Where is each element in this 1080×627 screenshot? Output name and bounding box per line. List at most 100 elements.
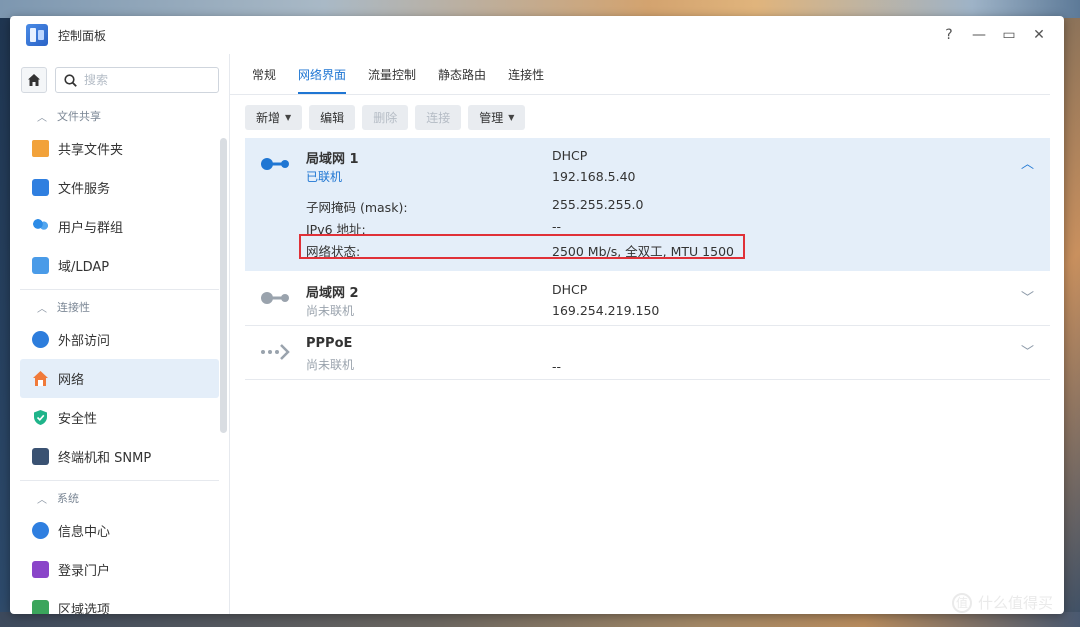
sidebar-item-external-access[interactable]: 外部访问 <box>20 320 219 359</box>
lan-connected-icon <box>261 158 289 170</box>
id-card-icon <box>32 257 49 274</box>
toolbar: 新增 ▼ 编辑 删除 连接 管理 ▼ <box>230 95 1064 130</box>
connect-button[interactable]: 连接 <box>415 105 462 130</box>
help-button[interactable]: ? <box>938 24 960 46</box>
sidebar-item-terminal-snmp[interactable]: 终端机和 SNMP <box>20 437 219 476</box>
section-file-sharing[interactable]: ︿ 文件共享 <box>10 103 229 129</box>
sidebar-item-network[interactable]: 网络 <box>20 359 219 398</box>
sidebar-item-label: 终端机和 SNMP <box>58 451 152 466</box>
interface-name: 局域网 2 <box>306 286 359 301</box>
pppoe-icon <box>261 344 290 360</box>
control-panel-app-icon <box>26 24 48 46</box>
section-label: 连接性 <box>57 301 90 314</box>
tab-bar: 常规 网络界面 流量控制 静态路由 连接性 <box>230 54 1050 95</box>
interface-type: DHCP <box>552 148 588 163</box>
chevron-down-icon[interactable]: ﹀ <box>1021 287 1034 306</box>
regional-options-icon <box>32 600 49 614</box>
desktop-wallpaper-bottom <box>0 612 1080 627</box>
home-icon <box>28 74 40 86</box>
home-button[interactable] <box>21 67 47 93</box>
section-connectivity[interactable]: ︿ 连接性 <box>10 294 229 320</box>
edit-label: 编辑 <box>320 111 345 125</box>
shield-icon <box>32 409 49 426</box>
interface-row-lan2[interactable]: 局域网 2 尚未联机 DHCP 169.254.219.150 ﹀ <box>245 272 1050 326</box>
sidebar-item-label: 共享文件夹 <box>58 143 124 158</box>
interface-type: DHCP <box>552 282 588 297</box>
sidebar-item-regional-options[interactable]: 区域选项 <box>20 589 219 614</box>
interface-name: 局域网 1 <box>306 152 359 167</box>
manage-label: 管理 <box>479 111 504 125</box>
detail-label-mask: 子网掩码 (mask): <box>306 200 408 215</box>
create-label: 新增 <box>256 111 281 125</box>
tab-traffic-control[interactable]: 流量控制 <box>368 66 416 94</box>
divider <box>20 480 219 481</box>
watermark-logo: 值 <box>952 592 972 613</box>
terminal-icon <box>32 448 49 465</box>
tab-network-interface[interactable]: 网络界面 <box>298 66 347 94</box>
sidebar-item-security[interactable]: 安全性 <box>20 398 219 437</box>
sidebar: ︿ 文件共享 共享文件夹 文件服务 用户与群组 域/LDAP <box>10 54 230 614</box>
main-panel: 常规 网络界面 流量控制 静态路由 连接性 新增 ▼ 编辑 删除 连接 管理 ▼… <box>230 54 1064 614</box>
tab-general[interactable]: 常规 <box>252 66 276 94</box>
caret-down-icon: ▼ <box>508 113 515 122</box>
sidebar-item-domain-ldap[interactable]: 域/LDAP <box>20 246 219 285</box>
search-icon <box>64 73 77 87</box>
interface-row-pppoe[interactable]: PPPoE 尚未联机 -- ﹀ <box>245 326 1050 380</box>
section-label: 文件共享 <box>57 110 101 123</box>
info-icon <box>32 522 49 539</box>
sidebar-item-label: 网络 <box>58 373 85 388</box>
sidebar-item-label: 区域选项 <box>58 603 111 614</box>
tab-connectivity[interactable]: 连接性 <box>508 66 544 94</box>
section-label: 系统 <box>57 492 79 505</box>
control-panel-window: 控制面板 ? — ▭ ✕ ︿ 文件共享 <box>10 16 1064 614</box>
detail-value-ipv6: -- <box>552 219 562 234</box>
interface-ip: 192.168.5.40 <box>552 169 636 184</box>
detail-value-mask: 255.255.255.0 <box>552 197 644 212</box>
interface-name: PPPoE <box>306 336 353 351</box>
login-portal-icon <box>32 561 49 578</box>
minimize-button[interactable]: — <box>968 24 990 46</box>
sidebar-scrollbar[interactable] <box>220 138 227 433</box>
interface-ip: 169.254.219.150 <box>552 303 660 318</box>
watermark-text: 什么值得买 <box>978 594 1054 612</box>
caret-down-icon: ▼ <box>285 113 292 122</box>
chevron-up-icon[interactable]: ︿ <box>1021 153 1034 172</box>
sidebar-item-login-portal[interactable]: 登录门户 <box>20 550 219 589</box>
section-system[interactable]: ︿ 系统 <box>10 485 229 511</box>
sidebar-item-label: 用户与群组 <box>58 221 124 236</box>
chevron-up-icon: ︿ <box>37 494 47 506</box>
watermark: 值 什么值得买 <box>952 592 1053 613</box>
sidebar-item-label: 域/LDAP <box>58 260 110 275</box>
chevron-up-icon: ︿ <box>37 303 47 315</box>
create-button[interactable]: 新增 ▼ <box>245 105 303 130</box>
tab-static-route[interactable]: 静态路由 <box>438 66 486 94</box>
lan-disconnected-icon <box>261 292 289 304</box>
delete-label: 删除 <box>373 111 398 125</box>
sidebar-item-label: 文件服务 <box>58 182 111 197</box>
network-house-icon <box>32 370 49 387</box>
network-status-highlight-box <box>299 234 745 259</box>
chevron-down-icon[interactable]: ﹀ <box>1021 341 1034 360</box>
interface-status: 尚未联机 <box>306 358 355 372</box>
file-services-icon <box>32 179 49 196</box>
window-controls: ? — ▭ ✕ <box>938 24 1050 46</box>
sidebar-item-label: 登录门户 <box>58 564 111 579</box>
manage-button[interactable]: 管理 ▼ <box>468 105 526 130</box>
interface-row-lan1[interactable]: 局域网 1 已联机 DHCP 192.168.5.40 ︿ 子网掩码 (mask… <box>245 138 1050 271</box>
sidebar-item-file-services[interactable]: 文件服务 <box>20 168 219 207</box>
sidebar-item-label: 外部访问 <box>58 334 111 349</box>
folder-icon <box>32 140 49 157</box>
chevron-up-icon: ︿ <box>37 112 47 124</box>
sidebar-item-info-center[interactable]: 信息中心 <box>20 511 219 550</box>
delete-button[interactable]: 删除 <box>362 105 409 130</box>
sidebar-item-label: 信息中心 <box>58 525 111 540</box>
maximize-button[interactable]: ▭ <box>998 24 1020 46</box>
divider <box>20 289 219 290</box>
search-box[interactable] <box>55 67 219 93</box>
sidebar-item-users-groups[interactable]: 用户与群组 <box>20 207 219 246</box>
edit-button[interactable]: 编辑 <box>309 105 356 130</box>
sidebar-item-shared-folder[interactable]: 共享文件夹 <box>20 129 219 168</box>
close-button[interactable]: ✕ <box>1028 24 1050 46</box>
search-input[interactable] <box>84 73 204 87</box>
external-access-icon <box>32 331 49 348</box>
